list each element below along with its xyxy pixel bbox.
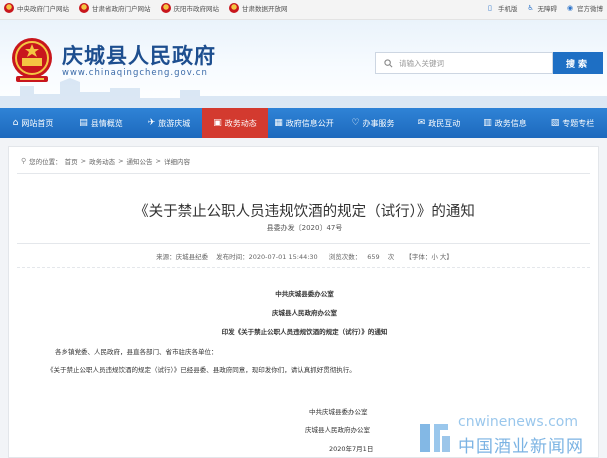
notice-subject: 印发《关于禁止公职人员违规饮酒的规定（试行）》的通知 [221,328,388,336]
watermark: cnwinenews.com 中国酒业新闻网 [414,412,607,458]
document-number: 县委办发〔2020〕47号 [266,224,343,232]
nav-item-info-disclosure[interactable]: ▦ 政府信息公开 [268,108,340,138]
travel-icon: ✈ [147,118,156,128]
breadcrumb-home[interactable]: 首页 [65,156,78,166]
book-icon: ▤ [79,118,88,128]
top-utility-bar: 中央政府门户网站 甘肃省政府门户网站 庆阳市政府网站 甘肃数据开放网 ▯ 手机版 … [0,0,607,20]
emblem-icon [160,3,171,13]
nav-item-news[interactable]: ▣ 政务动态 [202,108,268,138]
font-size-toggle[interactable]: 【字体：小 大】 [405,253,453,261]
breadcrumb: ⚲ 您的位置： 首页 > 政务动态 > 通知公告 > 详细内容 [21,156,190,166]
portal-link-data[interactable]: 甘肃数据开放网 [229,3,288,13]
accessibility-link[interactable]: ♿ 无障碍 [528,3,558,13]
emblem-icon [79,3,89,13]
nav-item-travel[interactable]: ✈ 旅游庆城 [136,108,202,138]
mobile-version-link[interactable]: ▯ 手机版 [488,3,518,13]
search-button[interactable]: 搜索 [553,52,603,74]
location-pin-icon: ⚲ [21,157,27,165]
portal-link-province[interactable]: 甘肃省政府门户网站 [79,3,151,13]
nav-item-home[interactable]: ⌂ 网站首页 [0,108,66,138]
article-views: 浏览次数： 659 次 [328,253,395,261]
main-nav: ⌂ 网站首页 ▤ 县情概览 ✈ 旅游庆城 ▣ 政务动态 ▦ 政府信息公开 ♡ 办事服务 ✉ 政… [0,108,607,138]
article-title: 《关于禁止公职人员违规饮酒的规定（试行）》的通知 [134,204,475,220]
topic-icon: ▧ [550,118,560,128]
search-input[interactable]: 请输入关键词 [375,52,553,74]
service-icon: ♡ [351,118,360,128]
nav-item-topics[interactable]: ▧ 专题专栏 [538,108,607,138]
news-icon: ▣ [213,118,222,128]
mobile-icon: ▯ [488,4,492,12]
weibo-link[interactable]: ◉ 官方微博 [567,3,603,13]
portal-links: 中央政府门户网站 甘肃省政府门户网站 庆阳市政府网站 甘肃数据开放网 [4,3,288,13]
breadcrumb-current: 详细内容 [164,158,190,166]
chat-icon: ✉ [417,118,426,128]
breadcrumb-news[interactable]: 政务动态 [89,156,115,166]
top-right-tools: ▯ 手机版 ♿ 无障碍 ◉ 官方微博 [488,3,603,13]
nav-item-gov-info[interactable]: ▥ 政务信息 [472,108,538,138]
divider [17,173,590,174]
site-header: 庆城县人民政府 www.chinaqingcheng.gov.cn 请输入关键词… [0,20,607,108]
divider [17,267,590,268]
watermark-name: 中国酒业新闻网 [458,437,584,457]
body-paragraph: 《关于禁止公职人员违规饮酒的规定（试行）》已经县委、县政府同意，现印发你们，请认… [47,366,356,374]
issuer-line-1: 中共庆城县委办公室 [275,290,334,298]
divider [17,243,590,244]
article-meta: 来源：庆城县纪委 发布时间：2020-07-01 15:44:30 浏览次数： 6… [9,251,600,261]
search-placeholder: 请输入关键词 [399,58,444,68]
data-icon: ▥ [483,118,492,128]
home-icon: ⌂ [12,118,19,128]
national-emblem-icon[interactable] [10,36,54,86]
watermark-domain: cnwinenews.com [458,414,578,430]
search-bar: 请输入关键词 搜索 [375,52,603,74]
site-title[interactable]: 庆城县人民政府 [62,40,216,70]
emblem-icon [229,3,239,13]
breadcrumb-notices[interactable]: 通知公告 [127,156,153,166]
document-icon: ▦ [274,118,283,128]
nav-item-overview[interactable]: ▤ 县情概览 [66,108,136,138]
article-date: 发布时间：2020-07-01 15:44:30 [216,253,318,261]
site-url: www.chinaqingcheng.gov.cn [62,68,208,78]
salutation: 各乡镇党委、人民政府，县直各部门、省市驻庆各单位： [55,348,218,356]
nav-item-interaction[interactable]: ✉ 政民互动 [406,108,472,138]
search-icon [384,58,393,67]
weibo-icon: ◉ [567,4,574,12]
accessibility-icon: ♿ [527,4,534,12]
watermark-logo-icon [420,424,450,452]
portal-link-city[interactable]: 庆阳市政府网站 [160,3,219,13]
portal-link-central[interactable]: 中央政府门户网站 [4,3,69,13]
article-source: 来源：庆城县纪委 [156,253,209,261]
emblem-icon [4,3,14,13]
issuer-line-2: 庆城县人民政府办公室 [272,309,337,317]
nav-item-services[interactable]: ♡ 办事服务 [340,108,406,138]
